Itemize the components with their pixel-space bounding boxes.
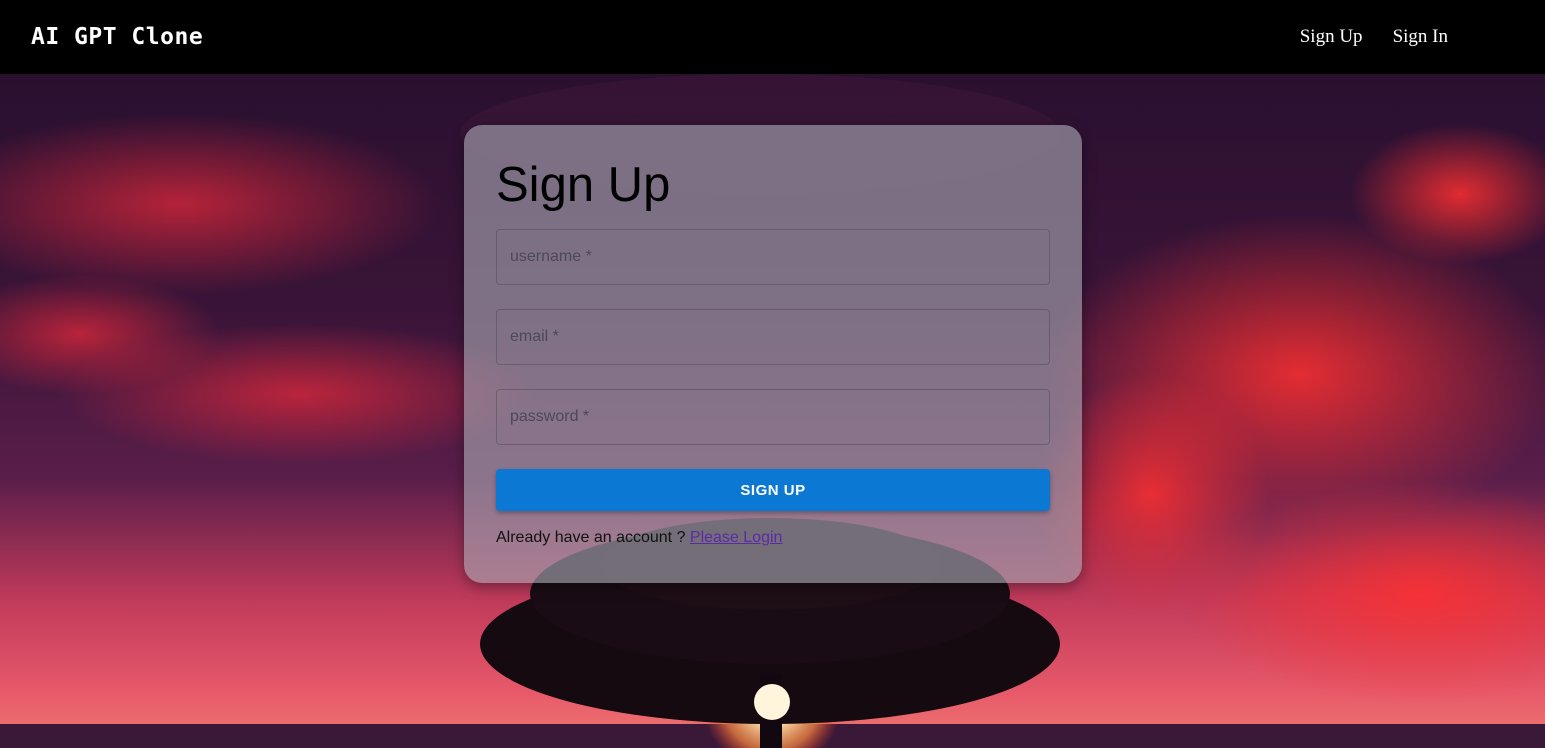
sign-up-button[interactable]: SIGN UP xyxy=(496,469,1050,511)
email-field[interactable] xyxy=(496,309,1050,365)
username-input[interactable] xyxy=(510,248,1036,266)
top-navbar: AI GPT Clone Sign Up Sign In xyxy=(0,0,1545,74)
sign-up-card: Sign Up SIGN UP Already have an account … xyxy=(464,125,1082,583)
username-field[interactable] xyxy=(496,229,1050,285)
nav-links: Sign Up Sign In xyxy=(1300,26,1448,48)
login-prompt: Already have an account ? Please Login xyxy=(496,529,1050,547)
please-login-link[interactable]: Please Login xyxy=(690,529,783,546)
nav-sign-up-link[interactable]: Sign Up xyxy=(1300,26,1363,48)
brand-title[interactable]: AI GPT Clone xyxy=(31,24,203,50)
email-input[interactable] xyxy=(510,328,1036,346)
login-prompt-text: Already have an account ? xyxy=(496,529,690,546)
password-input[interactable] xyxy=(510,408,1036,426)
sign-up-title: Sign Up xyxy=(496,158,671,212)
nav-sign-in-link[interactable]: Sign In xyxy=(1393,26,1448,48)
password-field[interactable] xyxy=(496,389,1050,445)
